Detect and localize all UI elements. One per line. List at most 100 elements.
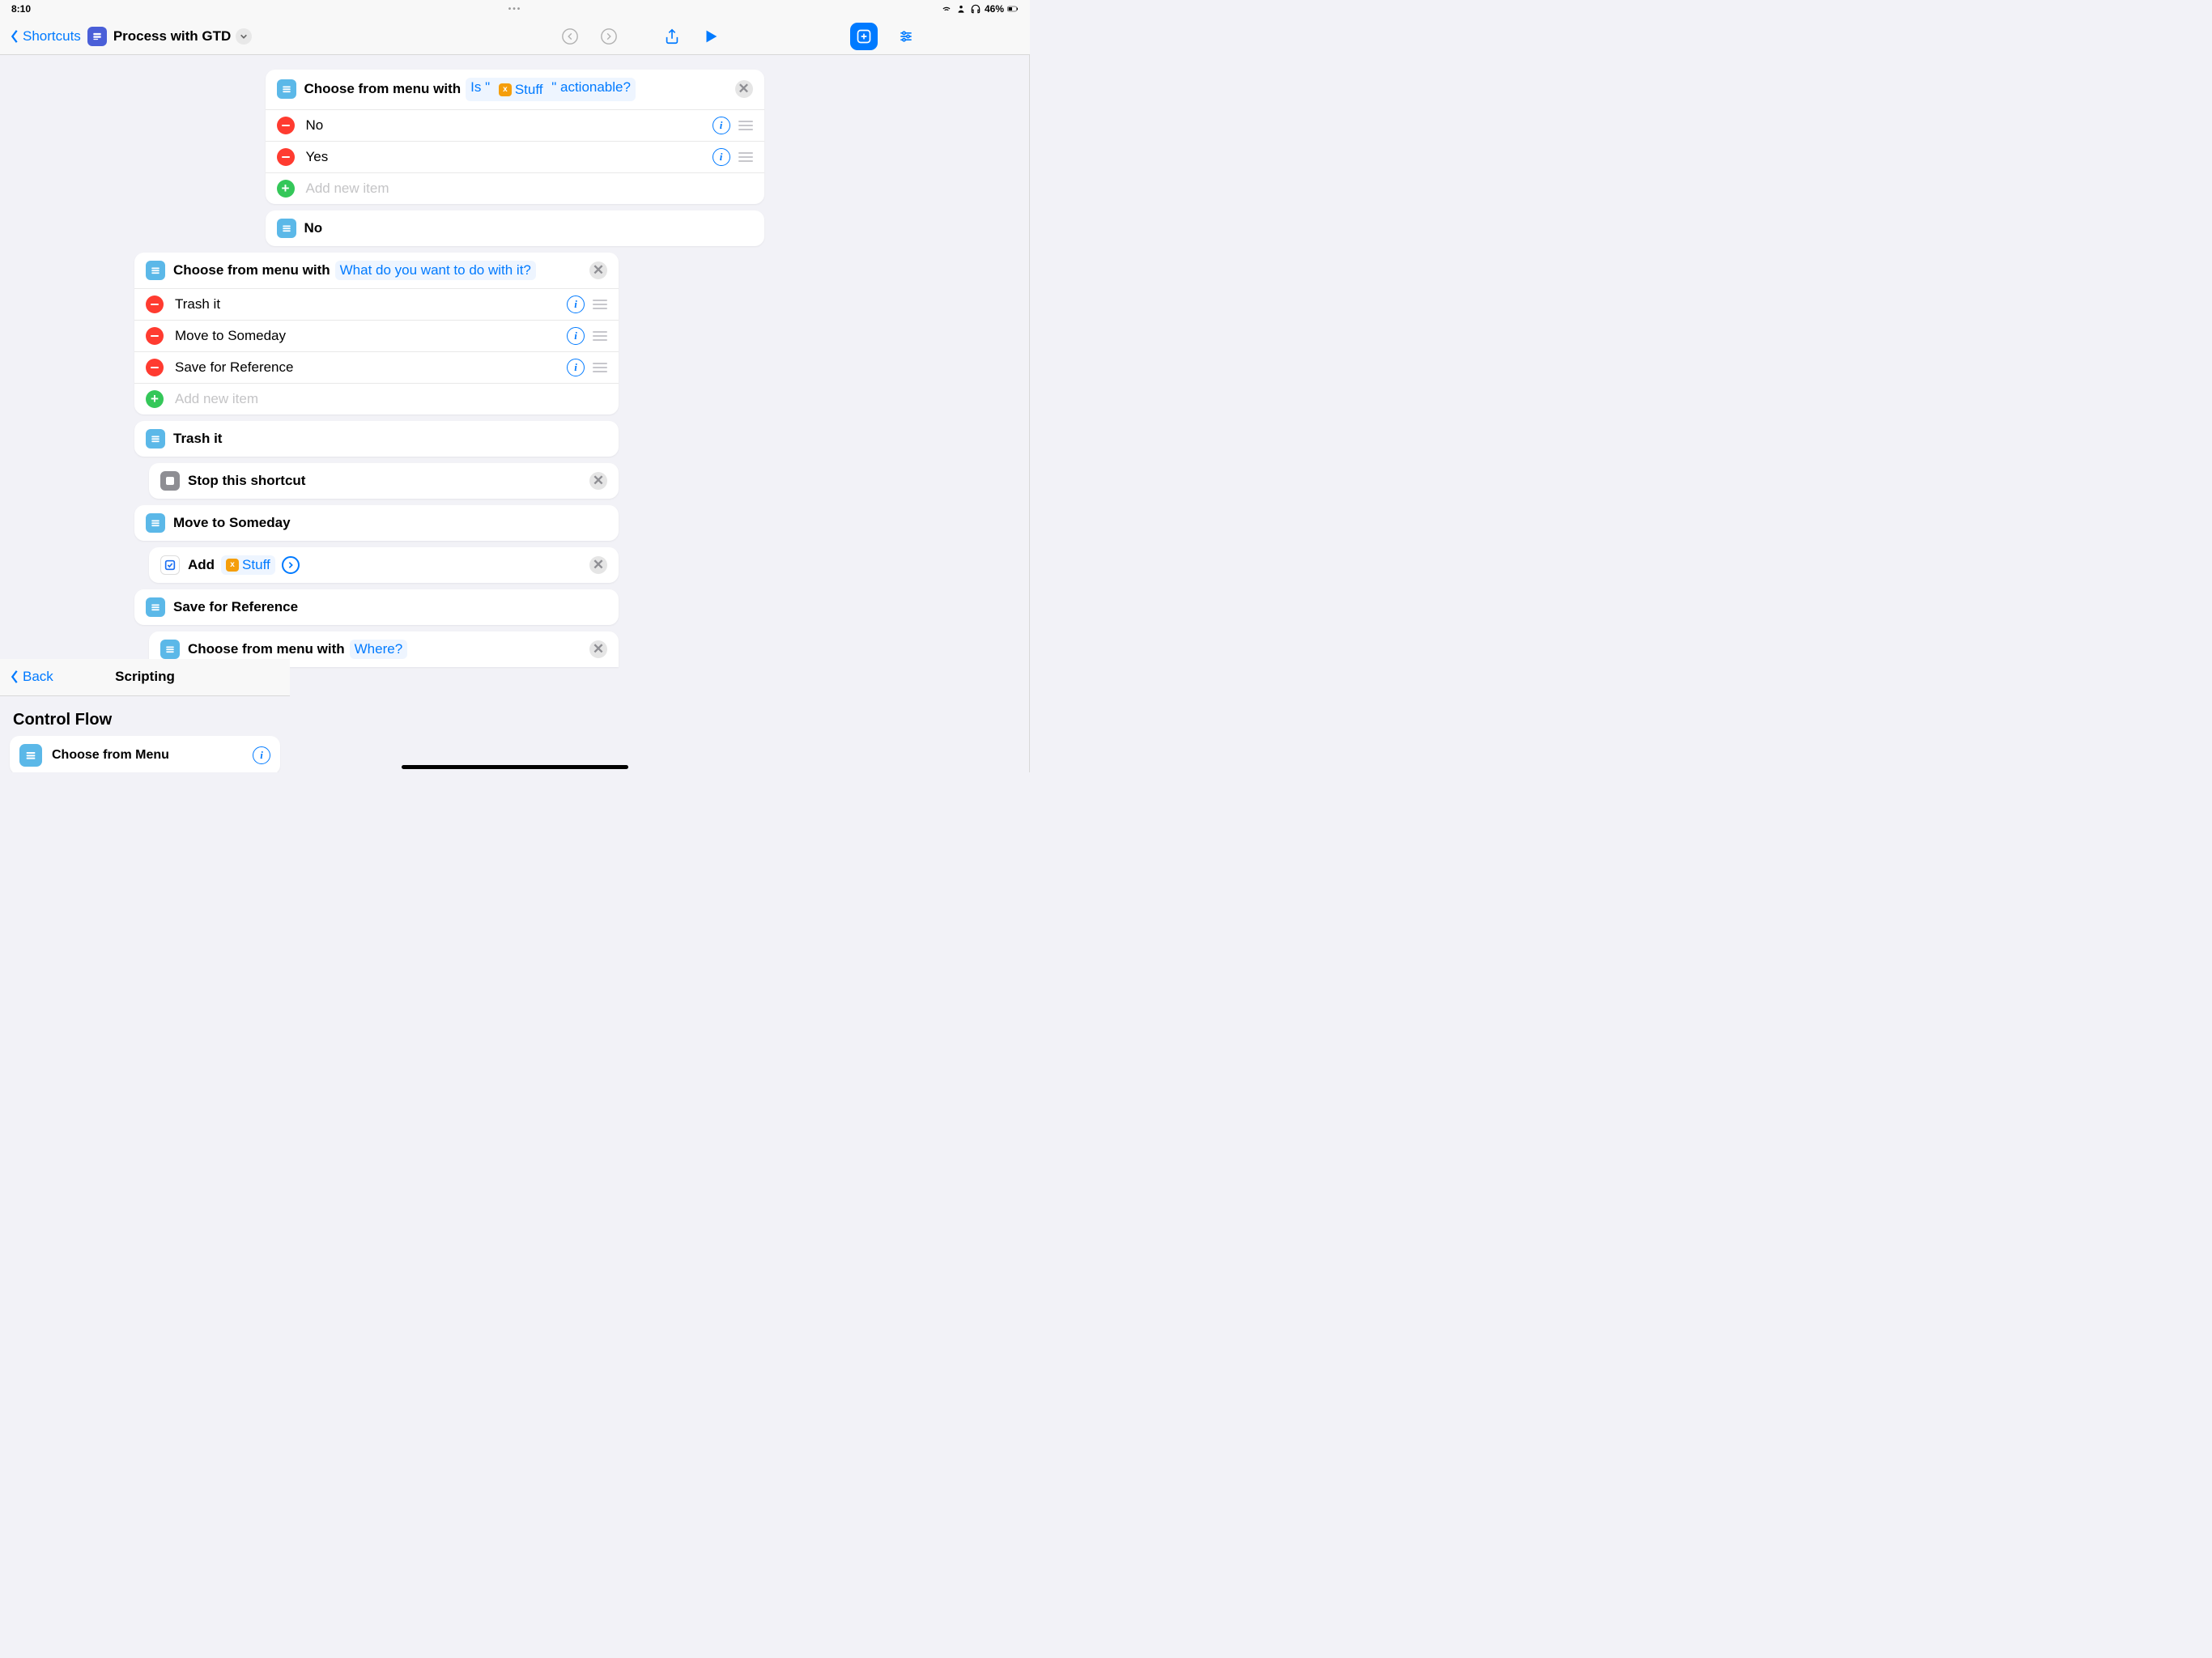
info-icon[interactable]: i bbox=[567, 359, 585, 376]
undo-button[interactable] bbox=[557, 23, 583, 49]
tab-settings[interactable] bbox=[892, 23, 920, 50]
action-label: Stop this shortcut bbox=[188, 473, 305, 489]
info-icon[interactable]: i bbox=[713, 117, 730, 134]
sidebar-content[interactable]: Control Flow Choose from MenuiIfiRepeati… bbox=[0, 696, 290, 773]
menu-icon bbox=[277, 79, 296, 99]
action-add-things[interactable]: Add xStuff ✕ bbox=[149, 547, 619, 583]
sidebar-back-label: Back bbox=[23, 669, 53, 685]
expand-button[interactable] bbox=[282, 556, 300, 574]
action-stop-shortcut[interactable]: Stop this shortcut ✕ bbox=[149, 463, 619, 499]
info-icon[interactable]: i bbox=[567, 295, 585, 313]
shortcut-app-icon bbox=[87, 27, 107, 46]
menu-item-label: Yes bbox=[306, 149, 329, 165]
prompt-text[interactable]: Where? bbox=[350, 640, 408, 659]
action-item-label: Choose from Menu bbox=[52, 748, 253, 763]
add-item-placeholder: Add new item bbox=[175, 391, 258, 407]
prompt-text[interactable]: What do you want to do with it? bbox=[335, 261, 536, 280]
menu-item-row[interactable]: Move to Someday i bbox=[134, 320, 619, 351]
menu-item-row[interactable]: Trash it i bbox=[134, 288, 619, 320]
nav-back-label: Shortcuts bbox=[23, 28, 81, 45]
share-button[interactable] bbox=[659, 23, 685, 49]
action-label: Choose from menu with bbox=[173, 262, 330, 278]
variable-pill[interactable]: xStuff bbox=[221, 555, 275, 575]
action-library-item[interactable]: Choose from Menui bbox=[10, 736, 280, 773]
drag-handle-icon[interactable] bbox=[593, 331, 607, 341]
menu-icon bbox=[146, 429, 165, 449]
add-item-row[interactable]: + Add new item bbox=[134, 383, 619, 414]
menu-item-label: No bbox=[306, 117, 324, 134]
headphones-icon bbox=[970, 3, 981, 15]
info-icon[interactable]: i bbox=[567, 327, 585, 345]
battery-percent: 46% bbox=[985, 3, 1004, 15]
tab-actions[interactable] bbox=[850, 23, 878, 50]
wifi-icon bbox=[941, 3, 952, 15]
remove-item-button[interactable] bbox=[277, 148, 295, 166]
remove-item-button[interactable] bbox=[146, 295, 164, 313]
add-item-placeholder: Add new item bbox=[306, 181, 389, 197]
close-icon[interactable]: ✕ bbox=[589, 640, 607, 658]
drag-handle-icon[interactable] bbox=[738, 152, 753, 162]
section-header-control-flow: Control Flow bbox=[10, 703, 280, 736]
remove-item-button[interactable] bbox=[277, 117, 295, 134]
action-choose-from-menu-1[interactable]: Choose from menu with Is " xStuff " acti… bbox=[266, 70, 764, 204]
title-menu-button[interactable] bbox=[236, 28, 252, 45]
drag-handle-icon[interactable] bbox=[593, 363, 607, 372]
menu-icon bbox=[19, 744, 42, 767]
branch-label: No bbox=[304, 220, 323, 236]
menu-item-row[interactable]: Yes i bbox=[266, 141, 764, 172]
branch-trash-it[interactable]: Trash it bbox=[134, 421, 619, 457]
home-indicator bbox=[402, 765, 628, 769]
remove-item-button[interactable] bbox=[146, 327, 164, 345]
menu-item-label: Move to Someday bbox=[175, 328, 286, 344]
status-bar: 8:10 ••• 46% bbox=[0, 0, 1030, 18]
branch-no[interactable]: No bbox=[266, 210, 764, 246]
sidebar-back-button[interactable]: Back bbox=[10, 669, 53, 685]
close-icon[interactable]: ✕ bbox=[589, 472, 607, 490]
action-label: Choose from menu with bbox=[188, 641, 345, 657]
things-icon bbox=[160, 555, 180, 575]
sidebar-title: Scripting bbox=[115, 669, 175, 685]
menu-icon bbox=[146, 597, 165, 617]
menu-item-row[interactable]: Save for Reference i bbox=[134, 351, 619, 383]
menu-item-label: Save for Reference bbox=[175, 359, 293, 376]
close-icon[interactable]: ✕ bbox=[735, 80, 753, 98]
remove-item-button[interactable] bbox=[146, 359, 164, 376]
menu-item-row[interactable]: No i bbox=[266, 109, 764, 141]
drag-handle-icon[interactable] bbox=[593, 300, 607, 309]
nav-back-button[interactable]: Shortcuts bbox=[10, 28, 81, 45]
run-button[interactable] bbox=[698, 23, 724, 49]
branch-label: Save for Reference bbox=[173, 599, 298, 615]
menu-icon bbox=[146, 261, 165, 280]
action-label: Choose from menu with bbox=[304, 81, 462, 97]
add-item-button[interactable]: + bbox=[277, 180, 295, 198]
add-item-row[interactable]: + Add new item bbox=[266, 172, 764, 204]
action-label: Add bbox=[188, 557, 215, 573]
close-icon[interactable]: ✕ bbox=[589, 556, 607, 574]
menu-icon bbox=[146, 513, 165, 533]
drag-handle-icon[interactable] bbox=[738, 121, 753, 130]
add-item-button[interactable]: + bbox=[146, 390, 164, 408]
prompt-text[interactable]: Is " xStuff " actionable? bbox=[466, 78, 636, 101]
info-icon[interactable]: i bbox=[253, 746, 270, 764]
close-icon[interactable]: ✕ bbox=[589, 261, 607, 279]
menu-item-label: Trash it bbox=[175, 296, 220, 312]
status-time: 8:10 bbox=[11, 3, 31, 15]
stop-icon bbox=[160, 471, 180, 491]
battery-icon bbox=[1007, 3, 1019, 15]
branch-save-reference[interactable]: Save for Reference bbox=[134, 589, 619, 625]
shortcut-editor[interactable]: Choose from menu with Is " xStuff " acti… bbox=[0, 55, 1030, 772]
branch-label: Trash it bbox=[173, 431, 222, 447]
info-icon[interactable]: i bbox=[713, 148, 730, 166]
person-icon bbox=[955, 3, 967, 15]
shortcut-title[interactable]: Process with GTD bbox=[113, 28, 231, 45]
redo-button[interactable] bbox=[596, 23, 622, 49]
branch-move-someday[interactable]: Move to Someday bbox=[134, 505, 619, 541]
sidebar-nav: Back Scripting bbox=[0, 659, 290, 696]
menu-icon bbox=[160, 640, 180, 659]
status-right: 46% bbox=[941, 3, 1019, 15]
multitask-dots: ••• bbox=[508, 5, 522, 14]
nav-bar: Shortcuts Process with GTD bbox=[0, 18, 740, 55]
action-choose-from-menu-2[interactable]: Choose from menu with What do you want t… bbox=[134, 253, 619, 414]
action-library-sidebar: Back Scripting Control Flow Choose from … bbox=[0, 659, 290, 773]
menu-icon bbox=[277, 219, 296, 238]
